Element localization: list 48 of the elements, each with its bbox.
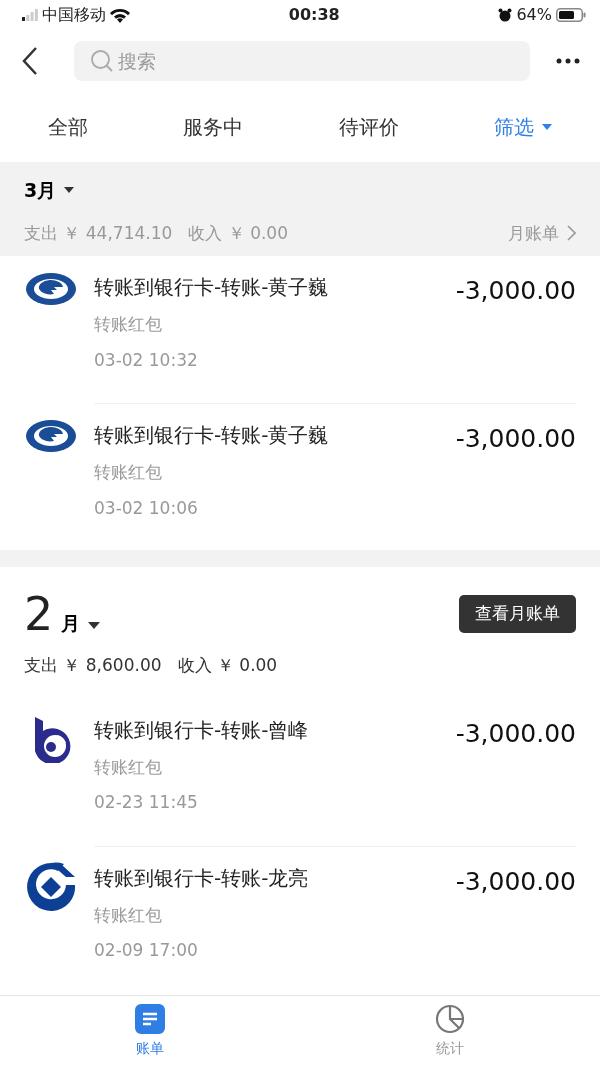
- signal-icon: [22, 9, 38, 21]
- expense-summary: 支出 ￥ 8,600.00: [24, 654, 162, 677]
- income-summary: 收入 ￥ 0.00: [177, 654, 278, 677]
- status-tab[interactable]: 待评价: [338, 112, 399, 142]
- month-selector[interactable]: 3月: [24, 176, 75, 205]
- transaction-amount: -3,000.00: [455, 424, 576, 453]
- filter-tab[interactable]: 筛选: [494, 112, 553, 142]
- back-icon[interactable]: [22, 46, 38, 76]
- more-icon[interactable]: [556, 58, 580, 64]
- battery-percent: 64%: [516, 4, 552, 26]
- transaction-title: 转账到银行卡-转账-黄子巍: [94, 422, 329, 449]
- transaction-title: 转账到银行卡-转账-黄子巍: [94, 274, 329, 301]
- income-summary: 收入 ￥ 0.00: [188, 221, 288, 245]
- caret-icon: [542, 124, 553, 130]
- transaction-category: 转账红包: [94, 313, 162, 336]
- battery-icon: [556, 8, 586, 22]
- document-icon: [135, 1004, 165, 1034]
- transaction-time: 02-23 11:45: [94, 791, 198, 814]
- chevron-right-icon: [567, 225, 576, 242]
- caret-icon: [64, 187, 75, 194]
- status-tab[interactable]: 服务中: [183, 112, 244, 142]
- transaction-amount: -3,000.00: [455, 276, 576, 305]
- clock-time: 00:38: [288, 4, 340, 26]
- transaction-category: 转账红包: [94, 903, 162, 927]
- transaction-time: 03-02 10:32: [94, 348, 198, 372]
- alarm-icon: [498, 8, 513, 22]
- month-selector[interactable]: 2 月: [24, 591, 101, 637]
- transaction-time: 02-09 17:00: [94, 939, 198, 962]
- view-monthly-bill-button[interactable]: 查看月账单: [459, 595, 576, 633]
- status-tab[interactable]: 全部: [47, 112, 88, 142]
- caret-icon: [88, 622, 101, 629]
- transaction-time: 03-02 10:06: [94, 496, 198, 520]
- transaction-category: 转账红包: [94, 755, 162, 779]
- carrier-name: 中国移动: [42, 4, 106, 26]
- bill-tab[interactable]: 账单: [0, 996, 300, 1067]
- transaction-category: 转账红包: [94, 461, 162, 484]
- transaction-title: 转账到银行卡-转账-龙亮: [94, 864, 309, 892]
- wifi-icon: [110, 7, 130, 23]
- transaction-title: 转账到银行卡-转账-曾峰: [94, 716, 309, 744]
- expense-summary: 支出 ￥ 44,714.10: [24, 221, 173, 245]
- pie-chart-icon: [435, 1004, 465, 1034]
- transaction-amount: -3,000.00: [455, 718, 576, 748]
- bank-logo-icon: [26, 861, 76, 912]
- transaction-amount: -3,000.00: [455, 866, 576, 896]
- search-field[interactable]: 搜索: [74, 41, 530, 81]
- swirl-logo-icon: [25, 419, 77, 453]
- swirl-logo-icon: [25, 272, 77, 306]
- search-icon: [90, 49, 114, 73]
